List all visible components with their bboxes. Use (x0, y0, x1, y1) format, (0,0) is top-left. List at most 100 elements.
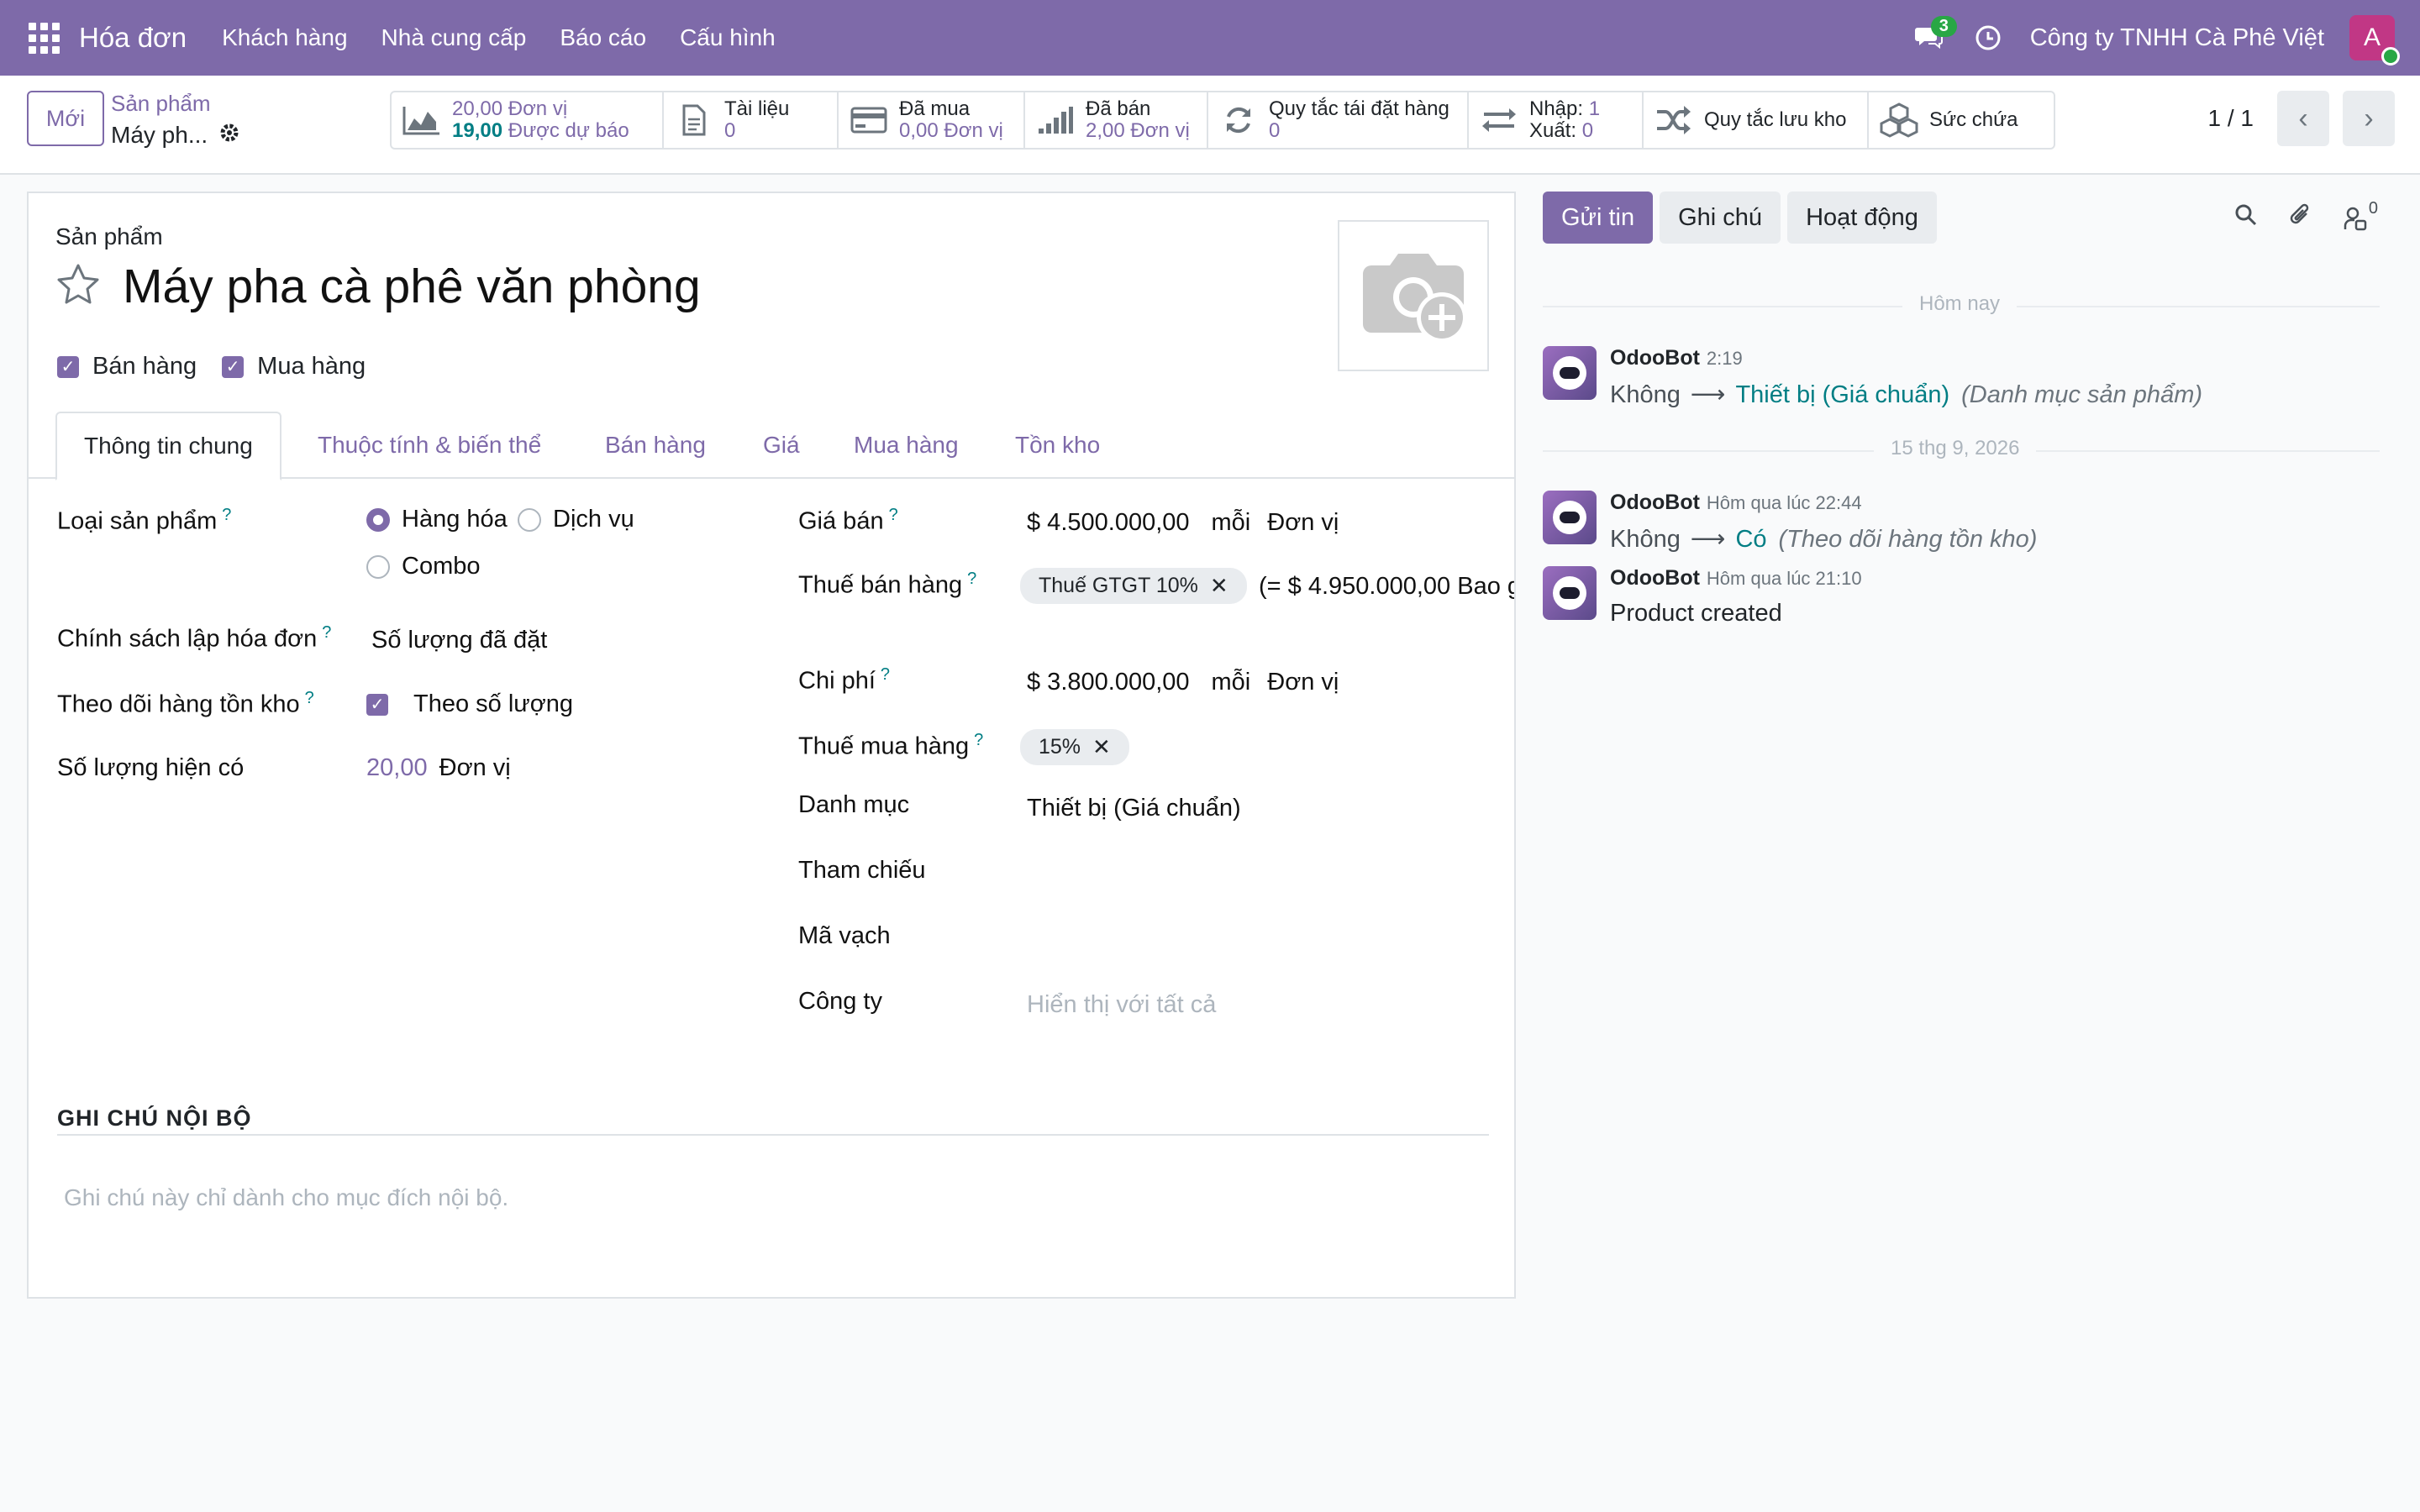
in-out-stat-button[interactable]: Nhập: 1 Xuất: 0 (1469, 92, 1644, 148)
reordering-rules-button[interactable]: Quy tắc tái đặt hàng 0 (1208, 92, 1469, 148)
checkmark-icon: ✓ (222, 355, 245, 378)
paperclip-icon[interactable] (2288, 202, 2313, 234)
menu-customers[interactable]: Khách hàng (222, 24, 347, 51)
product-flags: ✓ Bán hàng ✓ Mua hàng (57, 353, 366, 381)
internal-note-heading: GHI CHÚ NỘI BỘ (57, 1105, 252, 1131)
cubes-icon (1879, 100, 1919, 140)
forecast-stat-button[interactable]: 20,00 Đơn vị 19,00 Được dự báo (392, 92, 664, 148)
can-be-purchased-checkbox[interactable]: ✓ Mua hàng (222, 353, 366, 381)
user-lock-icon (2344, 207, 2367, 230)
remove-tag-icon[interactable]: ✕ (1210, 573, 1228, 599)
product-type-label: Loại sản phẩm? (57, 506, 232, 535)
message-author: OdooBot (1610, 566, 1700, 590)
purchased-stat-button[interactable]: Đã mua 0,00 Đơn vị (839, 92, 1025, 148)
sales-price-field[interactable]: $ 4.500.000,00 mỗi Đơn vị (1027, 509, 1339, 537)
apps-menu-icon[interactable] (0, 0, 87, 76)
reordering-count: 0 (1269, 119, 1281, 142)
divider (57, 1134, 1489, 1136)
company-field[interactable]: Hiển thị với tất cả (1027, 991, 1216, 1019)
track-inventory-checkbox[interactable]: ✓ Theo số lượng (366, 690, 573, 718)
sales-tax-label: Thuế bán hàng? (798, 570, 977, 599)
menu-vendors[interactable]: Nhà cung cấp (381, 24, 527, 51)
sold-label: Đã bán (1086, 97, 1151, 120)
tax-included-price: (= $ 4.950.000,00 Bao gồ (1259, 573, 1514, 600)
message-author-line: OdooBot Hôm qua lúc 22:44 (1610, 491, 1862, 515)
activity-clock-icon[interactable] (1971, 21, 2005, 55)
radio-service-label: Dịch vụ (553, 506, 634, 533)
title-row: Máy pha cà phê văn phòng (55, 259, 701, 314)
company-label: Công ty (798, 988, 882, 1015)
product-image-upload[interactable] (1338, 220, 1489, 371)
followers-button[interactable]: 0 (2344, 199, 2378, 231)
exchange-arrows-icon (1479, 100, 1519, 140)
message-time: 2:19 (1706, 348, 1743, 369)
category-label: Danh mục (798, 791, 910, 818)
form-section-label: Sản phẩm (55, 223, 163, 249)
date-separator-date: 15 thg 9, 2026 (1874, 437, 2037, 460)
documents-stat-button[interactable]: Tài liệu 0 (664, 92, 839, 148)
search-icon[interactable] (2234, 203, 2258, 233)
app-name[interactable]: Hóa đơn (79, 22, 187, 54)
date-separator-today: Hôm nay (1902, 292, 2018, 316)
sold-stat-button[interactable]: Đã bán 2,00 Đơn vị (1025, 92, 1208, 148)
pager-value[interactable]: 1 / 1 (2208, 105, 2254, 132)
can-be-sold-checkbox[interactable]: ✓ Bán hàng (57, 353, 197, 381)
followers-count: 0 (2368, 198, 2378, 218)
pager-next-button[interactable]: › (2343, 91, 2395, 146)
reordering-label: Quy tắc tái đặt hàng (1269, 97, 1449, 120)
form-tabs: Thông tin chung Thuộc tính & biến thể Bá… (29, 412, 1514, 480)
product-type-radio-service[interactable]: Dịch vụ (518, 506, 634, 533)
new-button[interactable]: Mới (27, 91, 104, 146)
message-author: OdooBot (1610, 346, 1700, 370)
star-icon[interactable] (55, 263, 103, 310)
messages-icon[interactable]: 3 (1912, 16, 1957, 55)
log-note-button[interactable]: Ghi chú (1660, 192, 1781, 244)
breadcrumb: Sản phẩm Máy ph... (111, 91, 239, 149)
cost-field[interactable]: $ 3.800.000,00 mỗi Đơn vị (1027, 669, 1339, 696)
qty-on-hand-label: Số lượng hiện có (57, 754, 245, 781)
tab-price[interactable]: Giá (763, 412, 800, 479)
menu-reporting[interactable]: Báo cáo (560, 24, 646, 51)
reference-input[interactable] (1027, 857, 1481, 890)
tracked-field: (Theo dõi hàng tồn kho) (1778, 526, 2038, 553)
sold-qty: 2,00 (1086, 119, 1125, 142)
onhand-unit: Đơn vị (508, 97, 568, 120)
gear-icon[interactable] (219, 122, 239, 149)
remove-tag-icon[interactable]: ✕ (1092, 734, 1111, 760)
breadcrumb-parent[interactable]: Sản phẩm (111, 91, 239, 117)
cost-label: Chi phí? (798, 665, 891, 695)
user-avatar[interactable]: A (2349, 15, 2400, 66)
putaway-rules-button[interactable]: Quy tắc lưu kho (1644, 92, 1869, 148)
smart-buttons: 20,00 Đơn vị 19,00 Được dự báo Tài liệu … (390, 91, 2055, 150)
menu-configuration[interactable]: Cấu hình (680, 24, 776, 51)
product-name-field[interactable]: Máy pha cà phê văn phòng (123, 259, 701, 314)
product-type-radio-goods[interactable]: Hàng hóa (366, 506, 508, 533)
product-type-radio-combo[interactable]: Combo (366, 553, 481, 580)
arrow-right-icon: ⟶ (1690, 381, 1726, 408)
message-body: Product created (1610, 600, 1782, 627)
avatar-letter: A (2363, 24, 2381, 51)
invoice-policy-select[interactable]: Số lượng đã đặt (371, 627, 547, 654)
storage-capacity-button[interactable]: Sức chứa (1869, 92, 2054, 148)
qty-on-hand-value[interactable]: 20,00 Đơn vị (366, 754, 511, 782)
tab-sales[interactable]: Bán hàng (605, 412, 706, 479)
tab-purchase[interactable]: Mua hàng (854, 412, 959, 479)
sold-unit: Đơn vị (1130, 119, 1190, 142)
cost-unit: Đơn vị (1267, 669, 1339, 696)
send-message-button[interactable]: Gửi tin (1543, 192, 1654, 244)
pager-previous-button[interactable]: ‹ (2277, 91, 2329, 146)
barcode-input[interactable] (1027, 922, 1481, 956)
company-switcher[interactable]: Công ty TNHH Cà Phê Việt (2030, 24, 2324, 52)
internal-note-field[interactable]: Ghi chú này chỉ dành cho mục đích nội bộ… (64, 1184, 508, 1211)
tab-inventory[interactable]: Tồn kho (1015, 412, 1100, 479)
sales-price-label: Giá bán? (798, 506, 898, 535)
out-value: 0 (1581, 119, 1594, 142)
category-field[interactable]: Thiết bị (Giá chuẩn) (1027, 795, 1241, 822)
sales-tax-tag[interactable]: Thuế GTGT 10% ✕ (1020, 568, 1247, 604)
tab-attributes-variants[interactable]: Thuộc tính & biến thể (318, 412, 541, 479)
barcode-label: Mã vạch (798, 922, 891, 949)
purchase-tax-tag[interactable]: 15% ✕ (1020, 729, 1129, 765)
activities-button[interactable]: Hoạt động (1787, 192, 1937, 244)
tab-general-info[interactable]: Thông tin chung (55, 412, 281, 480)
forecast-label: Được dự báo (508, 119, 629, 142)
